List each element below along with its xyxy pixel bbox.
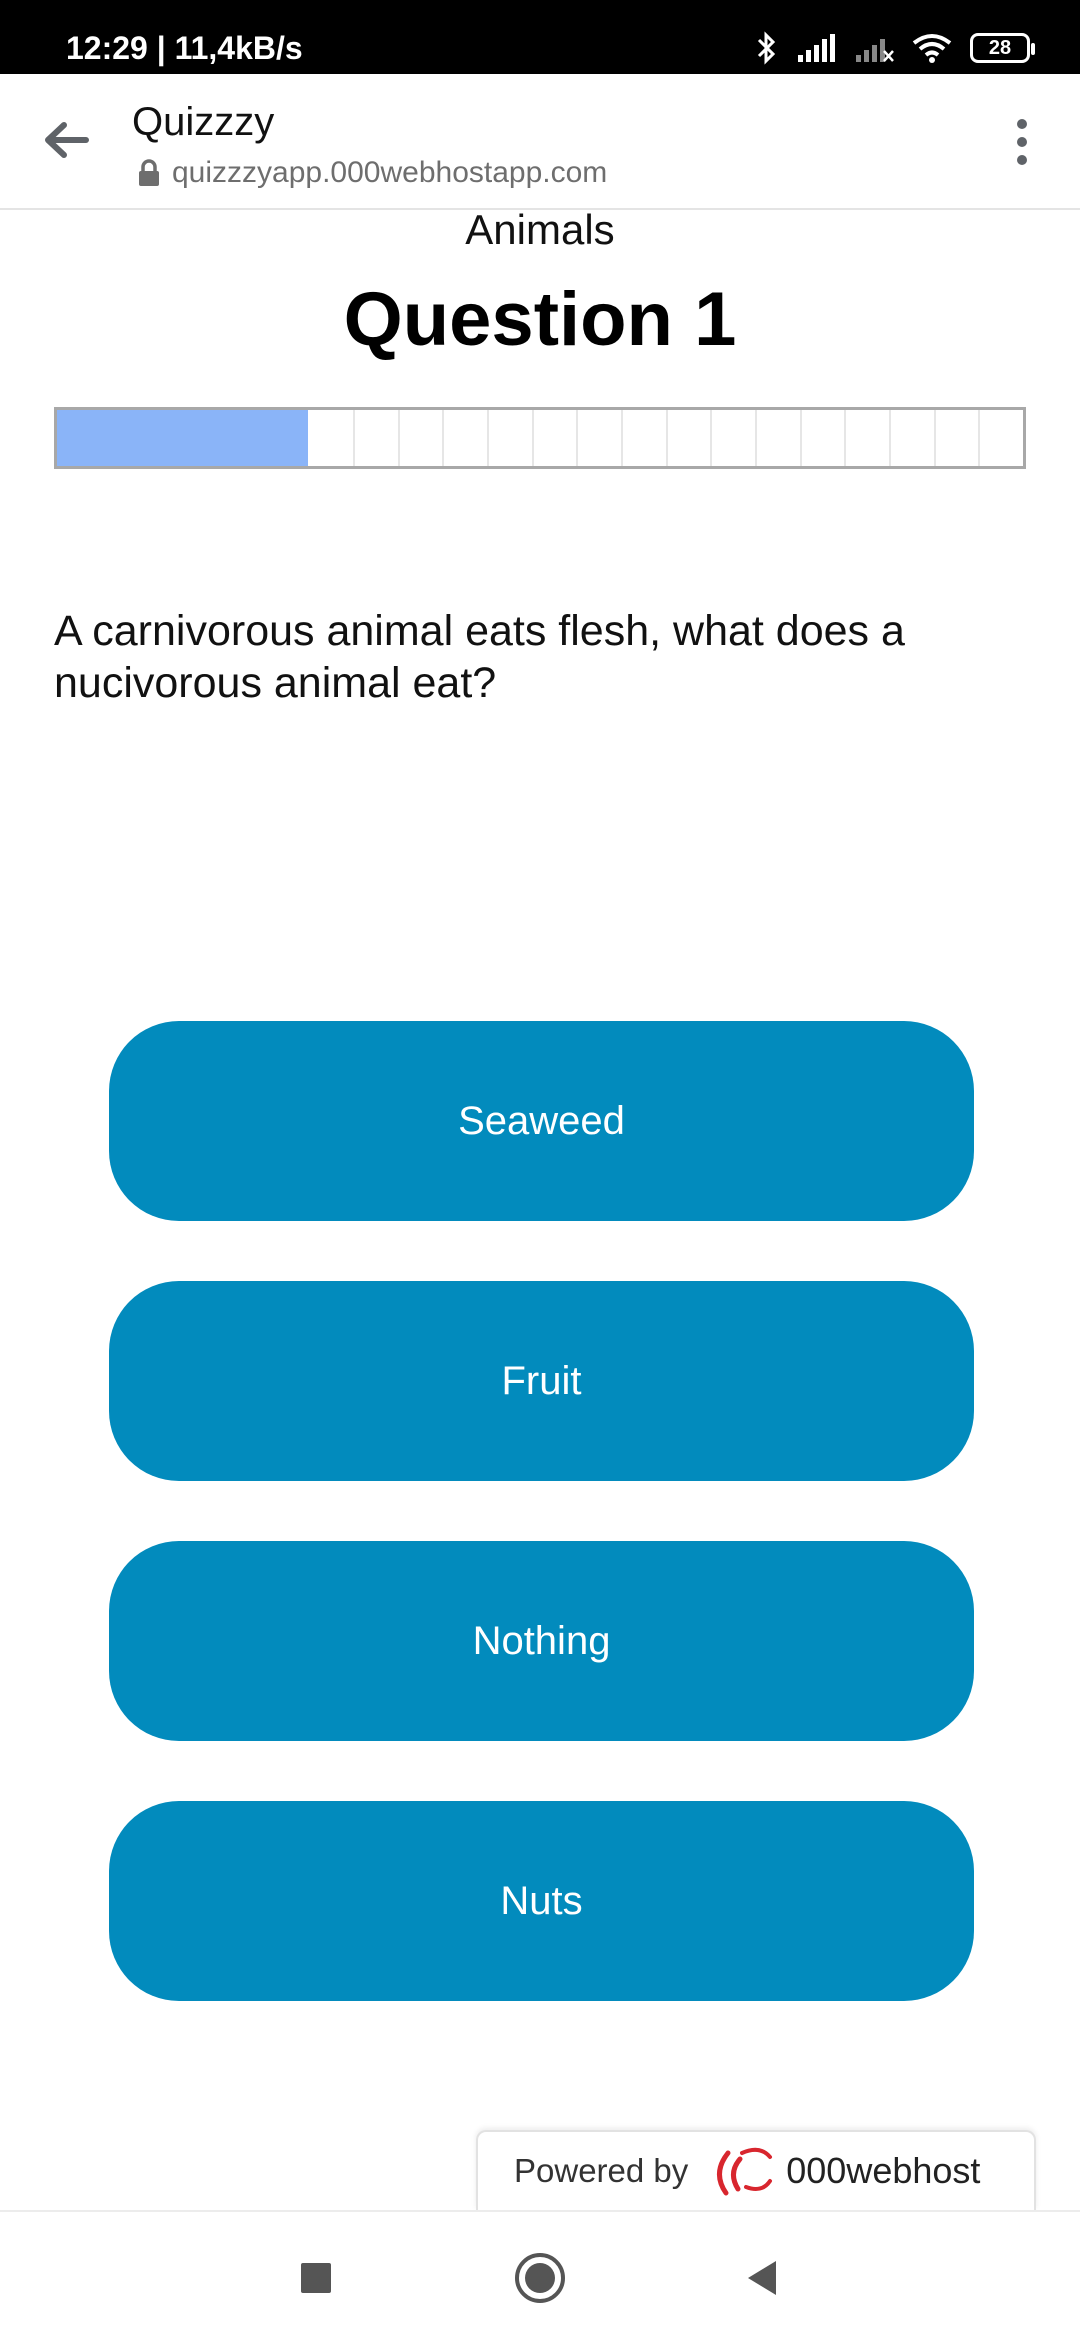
progress-segment-divider bbox=[710, 410, 713, 466]
question-heading: Question 1 bbox=[343, 277, 737, 362]
overflow-menu-button[interactable] bbox=[992, 104, 1052, 180]
progress-segment-divider bbox=[352, 410, 355, 466]
status-icons: 28 bbox=[756, 26, 1035, 70]
home-button[interactable] bbox=[510, 2248, 570, 2308]
answer-button-fruit[interactable]: Fruit bbox=[109, 1281, 974, 1481]
more-vert-icon bbox=[1017, 119, 1027, 165]
answer-button-seaweed[interactable]: Seaweed bbox=[109, 1021, 974, 1221]
progress-segment-divider bbox=[665, 410, 668, 466]
wifi-icon bbox=[912, 34, 952, 63]
progress-segment-divider bbox=[442, 410, 445, 466]
powered-by-badge[interactable]: Powered by 000webhost bbox=[476, 2130, 1036, 2210]
progress-segment-divider bbox=[486, 410, 489, 466]
progress-bar bbox=[54, 407, 1026, 469]
arrow-left-icon bbox=[45, 122, 89, 158]
progress-segment-divider bbox=[844, 410, 847, 466]
progress-segment-divider bbox=[397, 410, 400, 466]
quiz-category: Animals bbox=[465, 206, 615, 253]
battery-icon: 28 bbox=[970, 33, 1035, 63]
triangle-back-icon bbox=[748, 2261, 776, 2295]
answer-button-nuts[interactable]: Nuts bbox=[109, 1801, 974, 2001]
home-circle-icon bbox=[515, 2253, 565, 2303]
signal-no-service-icon bbox=[856, 39, 894, 62]
recents-button[interactable] bbox=[286, 2248, 346, 2308]
question-text: A carnivorous animal eats flesh, what do… bbox=[54, 607, 905, 707]
lock-icon bbox=[139, 159, 159, 186]
signal-icon bbox=[798, 34, 835, 62]
page-title: Quizzzy bbox=[132, 100, 275, 144]
progress-segment-divider bbox=[531, 410, 534, 466]
back-button[interactable] bbox=[28, 102, 104, 178]
bluetooth-icon bbox=[757, 31, 776, 65]
progress-segment-divider bbox=[620, 410, 623, 466]
powered-by-label: Powered by bbox=[514, 2152, 689, 2189]
square-icon bbox=[301, 2263, 331, 2293]
powered-by-brand: 000webhost bbox=[786, 2150, 981, 2191]
progress-segment-divider bbox=[799, 410, 802, 466]
progress-segment-divider bbox=[933, 410, 936, 466]
progress-segment-divider bbox=[576, 410, 579, 466]
back-nav-button[interactable] bbox=[732, 2248, 792, 2308]
progress-segment-divider bbox=[888, 410, 891, 466]
progress-fill bbox=[57, 410, 309, 466]
progress-segment-divider bbox=[978, 410, 981, 466]
progress-segment-divider bbox=[754, 410, 757, 466]
status-bar: 12:29 | 11,4kB/s 28 bbox=[0, 0, 1080, 74]
system-nav-bar bbox=[0, 2210, 1080, 2342]
000webhost-logo-icon bbox=[717, 2147, 773, 2196]
url-text[interactable]: quizzzyapp.000webhostapp.com bbox=[172, 156, 607, 190]
answer-button-nothing[interactable]: Nothing bbox=[109, 1541, 974, 1741]
browser-toolbar: Quizzzy quizzzyapp.000webhostapp.com bbox=[0, 74, 1080, 210]
